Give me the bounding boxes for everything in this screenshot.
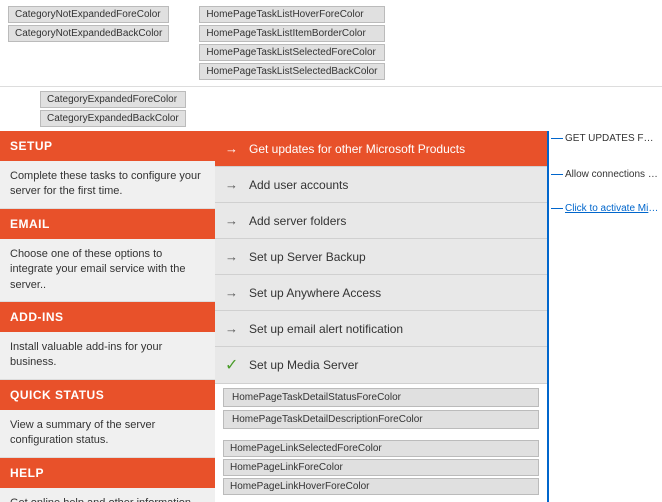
sidebar-category-quickstatus-body: View a summary of the server configurati…: [0, 410, 215, 458]
task-arrow-icon-5: →: [225, 285, 241, 300]
task-label-7: Set up Media Server: [249, 358, 358, 372]
check-icon-7: ✓: [225, 355, 241, 375]
task-item-7[interactable]: ✓ Set up Media Server: [215, 347, 547, 384]
color-chips-second-row: CategoryExpandedForeColor CategoryExpand…: [0, 87, 662, 131]
chip-border: HomePageTaskListItemBorderColor: [199, 25, 384, 42]
annotation-2: Allow connections to...: [551, 169, 660, 180]
chip-group-expanded: CategoryExpandedForeColor CategoryExpand…: [40, 91, 186, 127]
link-chips: HomePageLinkSelectedForeColor HomePageLi…: [215, 436, 547, 499]
link-chip-hover: HomePageLinkHoverForeColor: [223, 478, 539, 495]
chip-expanded-fore: CategoryExpandedForeColor: [40, 91, 186, 108]
task-item-4[interactable]: → Set up Server Backup: [215, 239, 547, 275]
chip-group-not-expanded: CategoryNotExpandedForeColor CategoryNot…: [8, 6, 169, 80]
sidebar-category-setup-body: Complete these tasks to configure your s…: [0, 161, 215, 209]
sidebar: SETUP Complete these tasks to configure …: [0, 131, 215, 502]
chip-hover-fore: HomePageTaskListHoverForeColor: [199, 6, 384, 23]
sidebar-category-addins: ADD-INS Install valuable add-ins for you…: [0, 302, 215, 380]
link-chip-selected: HomePageLinkSelectedForeColor: [223, 440, 539, 457]
sidebar-category-quickstatus: QUICK STATUS View a summary of the serve…: [0, 380, 215, 458]
chip-selected-fore: HomePageTaskListSelectedForeColor: [199, 44, 384, 61]
annotation-line-3: [551, 208, 563, 209]
annotation-1: GET UPDATES FOR O...: [551, 133, 660, 144]
task-label-3: Add server folders: [249, 214, 346, 228]
annotation-line-1: [551, 138, 563, 139]
task-arrow-icon-6: →: [225, 321, 241, 336]
sidebar-category-email-header[interactable]: EMAIL: [0, 209, 215, 239]
chip-not-expanded-back: CategoryNotExpandedBackColor: [8, 25, 169, 42]
annotation-text-1: GET UPDATES FOR O...: [565, 133, 660, 144]
sidebar-category-email-body: Choose one of these options to integrate…: [0, 239, 215, 302]
task-label-5: Set up Anywhere Access: [249, 286, 381, 300]
task-item-2[interactable]: → Add user accounts: [215, 167, 547, 203]
sidebar-category-help-body: Get online help and other information fo…: [0, 488, 215, 502]
chip-expanded-back: CategoryExpandedBackColor: [40, 110, 186, 127]
color-chips-top-row: CategoryNotExpandedForeColor CategoryNot…: [0, 0, 662, 87]
task-label-6: Set up email alert notification: [249, 322, 403, 336]
task-label-1: Get updates for other Microsoft Products: [249, 142, 465, 156]
chip-selected-back: HomePageTaskListSelectedBackColor: [199, 63, 384, 80]
sidebar-category-addins-body: Install valuable add-ins for your busine…: [0, 332, 215, 380]
sidebar-category-setup: SETUP Complete these tasks to configure …: [0, 131, 215, 209]
task-item-5[interactable]: → Set up Anywhere Access: [215, 275, 547, 311]
task-list-container: → Get updates for other Microsoft Produc…: [215, 131, 547, 502]
sidebar-category-help: HELP Get online help and other informati…: [0, 458, 215, 502]
task-arrow-icon-1: →: [225, 141, 241, 156]
annotation-link-3[interactable]: Click to activate Micr...: [565, 203, 660, 214]
content-area: SETUP Complete these tasks to configure …: [0, 131, 662, 502]
sidebar-category-addins-header[interactable]: ADD-INS: [0, 302, 215, 332]
task-label-4: Set up Server Backup: [249, 250, 366, 264]
task-item-1[interactable]: → Get updates for other Microsoft Produc…: [215, 131, 547, 167]
sidebar-category-setup-header[interactable]: SETUP: [0, 131, 215, 161]
sidebar-category-quickstatus-header[interactable]: QUICK STATUS: [0, 380, 215, 410]
task-list: → Get updates for other Microsoft Produc…: [215, 131, 547, 502]
sidebar-category-help-header[interactable]: HELP: [0, 458, 215, 488]
link-chip-fore: HomePageLinkForeColor: [223, 459, 539, 476]
task-arrow-icon-3: →: [225, 213, 241, 228]
task-item-6[interactable]: → Set up email alert notification: [215, 311, 547, 347]
task-detail-chips: HomePageTaskDetailStatusForeColor HomePa…: [215, 384, 547, 436]
detail-chip-status: HomePageTaskDetailStatusForeColor: [223, 388, 539, 407]
task-item-3[interactable]: → Add server folders: [215, 203, 547, 239]
chip-group-right: HomePageTaskListHoverForeColor HomePageT…: [199, 6, 384, 80]
blue-vertical-line: [547, 131, 549, 502]
task-arrow-icon-4: →: [225, 249, 241, 264]
chip-not-expanded-fore: CategoryNotExpandedForeColor: [8, 6, 169, 23]
annotation-3: Click to activate Micr...: [551, 203, 660, 214]
task-label-2: Add user accounts: [249, 178, 348, 192]
task-arrow-icon-2: →: [225, 177, 241, 192]
annotation-text-2: Allow connections to...: [565, 169, 660, 180]
detail-chip-description: HomePageTaskDetailDescriptionForeColor: [223, 410, 539, 429]
annotation-line-2: [551, 174, 563, 175]
main-container: CategoryNotExpandedForeColor CategoryNot…: [0, 0, 662, 502]
sidebar-category-email: EMAIL Choose one of these options to int…: [0, 209, 215, 302]
right-annotation-panel: GET UPDATES FOR O... Allow connections t…: [547, 131, 662, 502]
